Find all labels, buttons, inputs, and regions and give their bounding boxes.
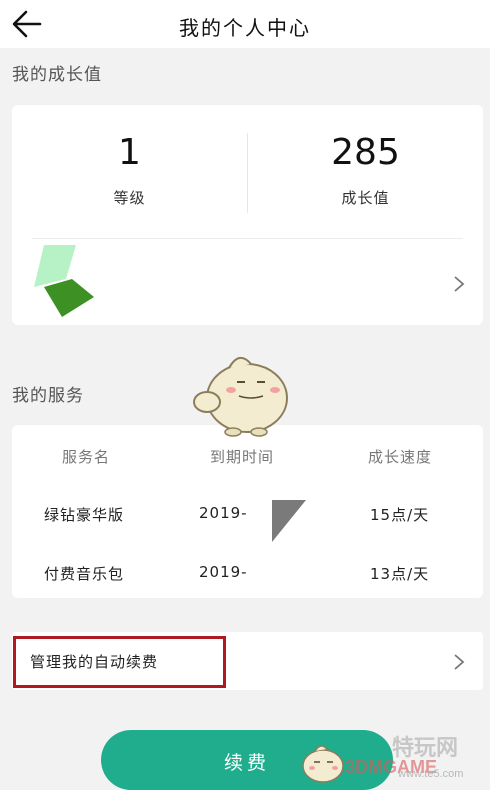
growth-value-stat: 285 成长值 (248, 133, 483, 208)
growth-section-label: 我的成长值 (12, 65, 102, 85)
column-header: 成长速度 (368, 448, 433, 466)
service-name: 付费音乐包 (44, 565, 125, 583)
redaction-mark (272, 500, 306, 542)
top-bar: 我的个人中心 (0, 0, 490, 48)
level-badge-icon[interactable] (32, 243, 102, 321)
page-title: 我的个人中心 (179, 16, 311, 40)
card-divider (32, 238, 463, 239)
watermark-url: www.te5.com (398, 768, 464, 780)
chevron-right-icon[interactable] (453, 275, 465, 293)
services-section-label: 我的服务 (12, 386, 84, 406)
service-expiry: 2019- (199, 563, 248, 581)
services-table: 服务名 到期时间 成长速度 绿钻豪华版 2019- 15点/天 付费音乐包 20… (12, 425, 483, 600)
level-stat: 1 等级 (12, 133, 247, 208)
service-name: 绿钻豪华版 (44, 506, 125, 524)
level-value: 1 (118, 132, 141, 173)
service-expiry: 2019- (199, 504, 248, 522)
chevron-right-icon[interactable] (453, 653, 465, 671)
mascot-icon (193, 357, 288, 437)
growth-value: 285 (331, 132, 400, 173)
highlight-box (13, 636, 226, 688)
column-header: 服务名 (62, 448, 111, 466)
growth-card: 1 等级 285 成长值 (12, 105, 483, 325)
service-speed: 15点/天 (370, 506, 430, 524)
service-speed: 13点/天 (370, 565, 430, 583)
growth-value-label: 成长值 (341, 189, 390, 207)
column-header: 到期时间 (210, 448, 275, 466)
level-label: 等级 (113, 189, 146, 207)
services-card: 服务名 到期时间 成长速度 绿钻豪华版 2019- 15点/天 付费音乐包 20… (12, 425, 483, 598)
mascot-small-icon (302, 745, 344, 783)
